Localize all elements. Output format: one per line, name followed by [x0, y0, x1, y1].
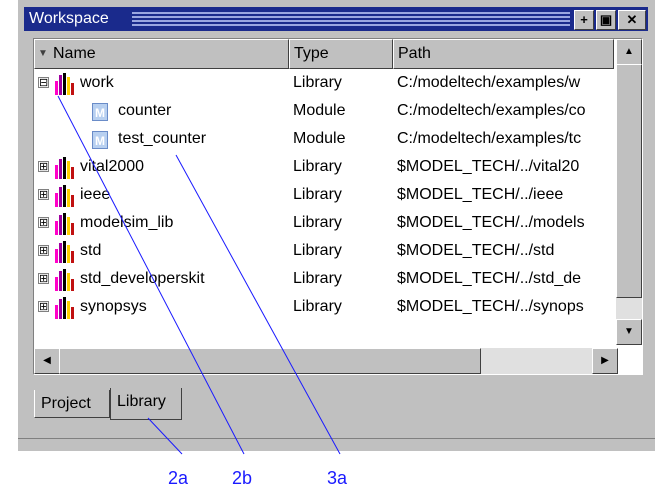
- callout-line-3a: [175, 154, 341, 455]
- callout-line-2b: [57, 95, 245, 455]
- callout-line-2a: [147, 417, 183, 455]
- callout-3a: 3a: [327, 468, 348, 488]
- callout-2b: 2b: [232, 468, 253, 488]
- callout-2a: 2a: [168, 468, 189, 488]
- callout-lines: [57, 95, 341, 455]
